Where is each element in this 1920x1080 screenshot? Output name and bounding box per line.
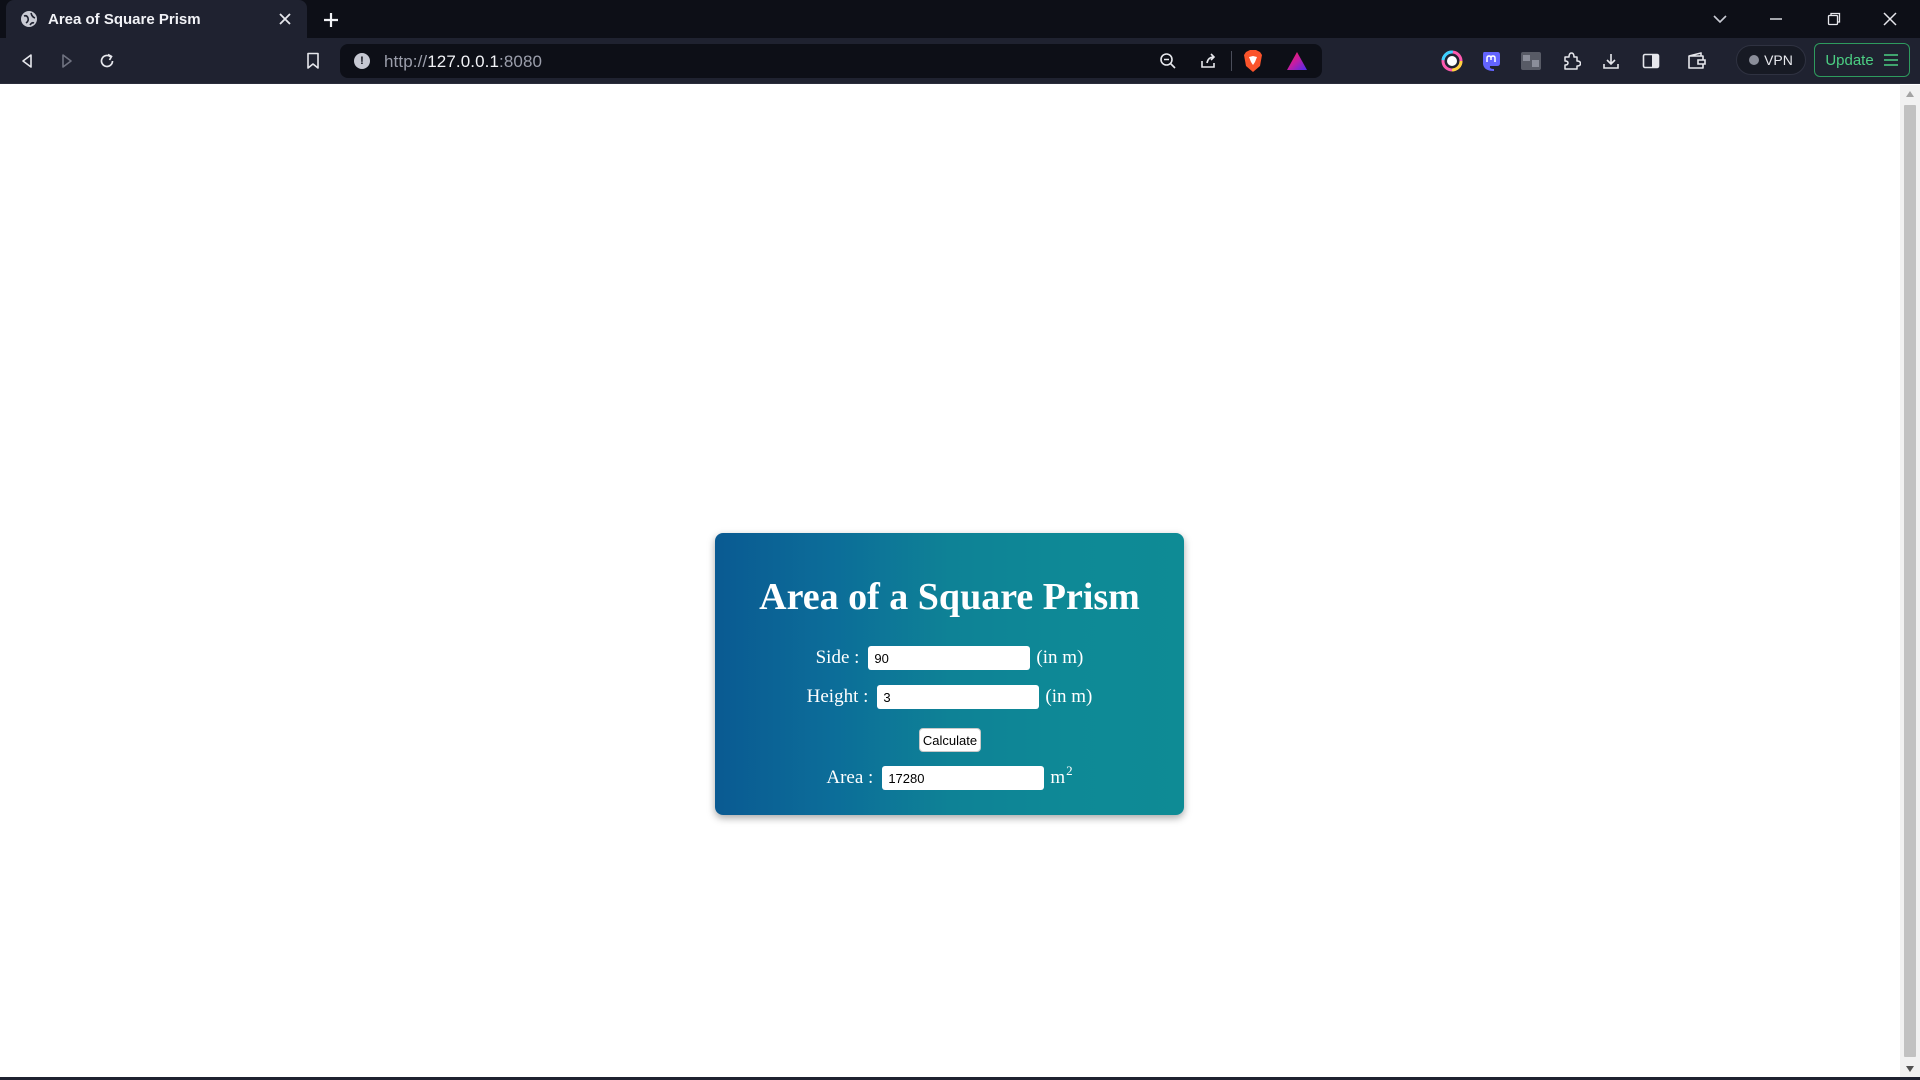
bookmark-icon bbox=[307, 52, 319, 69]
new-tab-button[interactable] bbox=[318, 7, 344, 33]
sidebar-button[interactable] bbox=[1636, 46, 1666, 76]
minimize-button[interactable] bbox=[1748, 0, 1804, 38]
scroll-up-arrow-icon[interactable] bbox=[1900, 85, 1920, 102]
vpn-label: VPN bbox=[1764, 52, 1793, 68]
address-bar[interactable]: ! http://127.0.0.1:8080 bbox=[340, 44, 1322, 78]
colorwheel-icon bbox=[1441, 50, 1463, 72]
area-label: Area : bbox=[826, 767, 874, 788]
tab-search-button[interactable] bbox=[1692, 0, 1748, 38]
chevron-down-icon bbox=[1713, 15, 1727, 24]
extension-translate-button[interactable] bbox=[1516, 46, 1546, 76]
back-button[interactable] bbox=[12, 46, 42, 76]
close-window-button[interactable] bbox=[1862, 0, 1918, 38]
side-row: Side : (in m) bbox=[715, 646, 1184, 670]
minimize-icon bbox=[1770, 18, 1782, 20]
brave-shield-icon bbox=[1244, 50, 1262, 72]
extensions-button[interactable] bbox=[1556, 46, 1586, 76]
browser-toolbar: ! http://127.0.0.1:8080 VPN Update bbox=[0, 38, 1920, 84]
restore-button[interactable] bbox=[1806, 0, 1862, 38]
update-label: Update bbox=[1825, 51, 1874, 69]
close-tab-icon[interactable] bbox=[275, 9, 295, 29]
reload-icon bbox=[100, 53, 114, 68]
bookmark-button[interactable] bbox=[298, 46, 328, 76]
globe-icon bbox=[21, 11, 37, 27]
calculate-button[interactable]: Calculate bbox=[919, 728, 981, 752]
brave-shields-button[interactable] bbox=[1240, 48, 1266, 74]
area-row: Area : m2 bbox=[715, 763, 1184, 790]
scrollbar-thumb[interactable] bbox=[1904, 105, 1916, 1057]
share-icon bbox=[1201, 53, 1216, 68]
height-label: Height : bbox=[806, 686, 869, 707]
vpn-status-icon bbox=[1749, 55, 1760, 65]
wallet-button[interactable] bbox=[1682, 46, 1712, 76]
puzzle-icon bbox=[1564, 52, 1581, 70]
vpn-button[interactable]: VPN bbox=[1736, 45, 1806, 75]
tab-strip: Area of Square Prism bbox=[0, 0, 1920, 38]
browser-tab[interactable]: Area of Square Prism bbox=[6, 0, 307, 38]
download-icon bbox=[1603, 54, 1619, 69]
area-unit: m2 bbox=[1050, 763, 1073, 788]
height-unit: (in m) bbox=[1045, 686, 1093, 707]
area-output[interactable] bbox=[882, 766, 1045, 790]
hamburger-menu-icon bbox=[1883, 54, 1898, 66]
site-info-icon[interactable]: ! bbox=[354, 53, 370, 69]
page-viewport: Area of a Square Prism Side : (in m) Hei… bbox=[0, 85, 1900, 1077]
side-unit: (in m) bbox=[1036, 647, 1084, 668]
calculator-card: Area of a Square Prism Side : (in m) Hei… bbox=[715, 533, 1184, 815]
zoom-button[interactable] bbox=[1155, 48, 1181, 74]
page-title: Area of a Square Prism bbox=[759, 576, 1140, 618]
reload-button[interactable] bbox=[92, 46, 122, 76]
brave-rewards-icon bbox=[1287, 52, 1307, 70]
scroll-down-arrow-icon[interactable] bbox=[1900, 1060, 1920, 1077]
vertical-scrollbar[interactable] bbox=[1900, 85, 1920, 1077]
share-button[interactable] bbox=[1195, 48, 1221, 74]
side-input[interactable] bbox=[868, 646, 1031, 670]
height-input[interactable] bbox=[877, 685, 1040, 709]
plus-icon bbox=[324, 13, 338, 27]
brave-rewards-button[interactable] bbox=[1284, 48, 1310, 74]
zoom-out-icon bbox=[1160, 53, 1176, 69]
mastodon-icon bbox=[1483, 52, 1500, 71]
back-icon bbox=[22, 54, 32, 68]
translate-icon bbox=[1521, 52, 1541, 70]
forward-icon bbox=[62, 54, 72, 68]
downloads-button[interactable] bbox=[1596, 46, 1626, 76]
height-row: Height : (in m) bbox=[715, 685, 1184, 709]
url-text[interactable]: http://127.0.0.1:8080 bbox=[384, 52, 542, 72]
address-bar-separator bbox=[1231, 51, 1232, 71]
forward-button[interactable] bbox=[52, 46, 82, 76]
area-unit-exponent: 2 bbox=[1066, 763, 1073, 778]
extension-mastodon-button[interactable] bbox=[1476, 46, 1506, 76]
sidebar-icon bbox=[1642, 53, 1660, 69]
restore-icon bbox=[1827, 12, 1841, 26]
close-icon bbox=[1883, 12, 1897, 26]
side-label: Side : bbox=[815, 647, 860, 668]
wallet-icon bbox=[1688, 52, 1706, 69]
tab-title: Area of Square Prism bbox=[48, 10, 201, 28]
update-button[interactable]: Update bbox=[1814, 43, 1910, 77]
extension-colorwheel-button[interactable] bbox=[1437, 46, 1467, 76]
